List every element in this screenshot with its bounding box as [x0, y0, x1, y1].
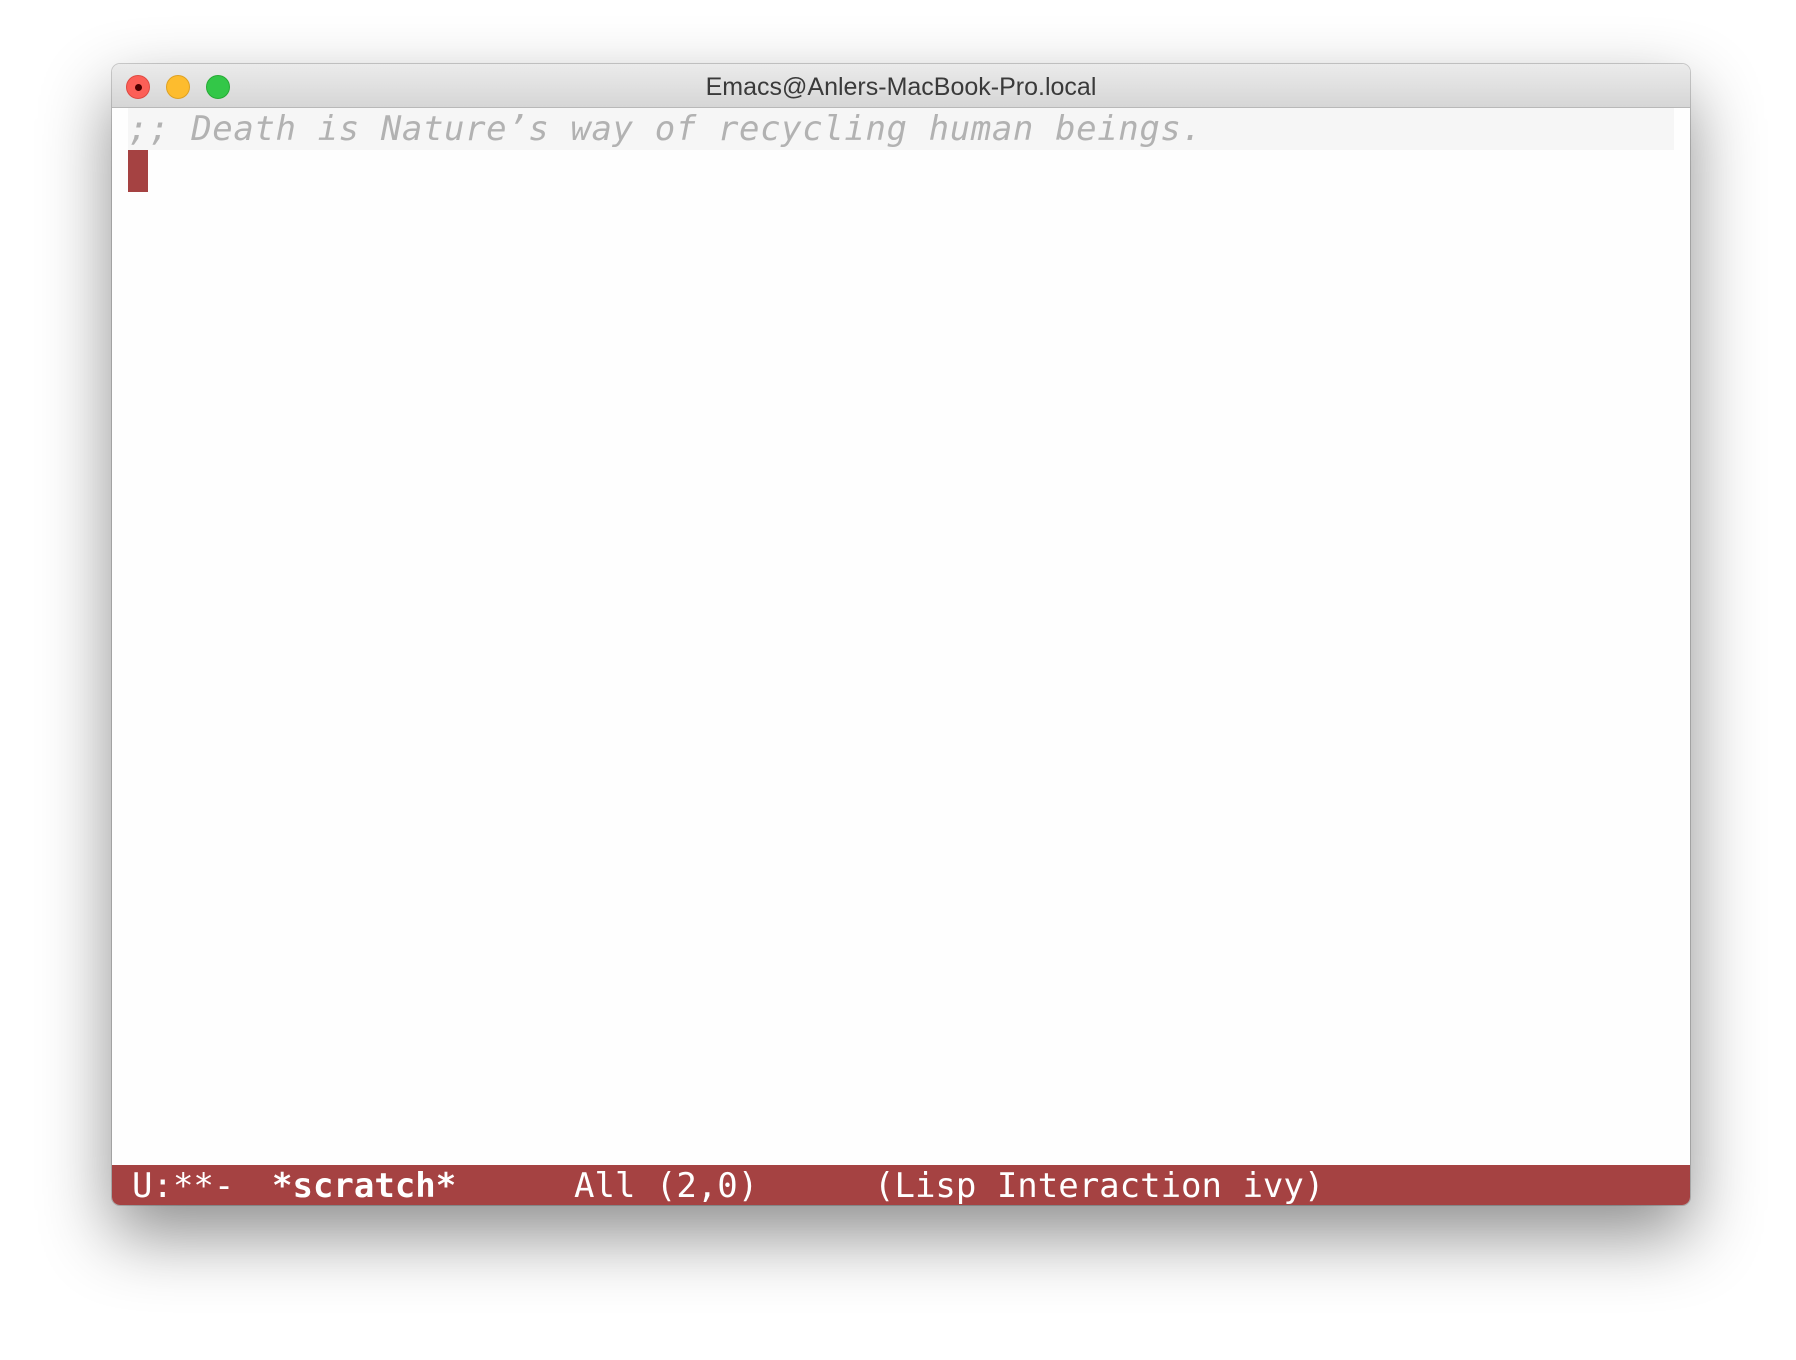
title-bar[interactable]: Emacs@Anlers-MacBook-Pro.local — [112, 64, 1690, 108]
mode-line[interactable]: U:**- *scratch* All (2,0) (Lisp Interact… — [112, 1165, 1690, 1205]
modeline-status: U:**- — [132, 1166, 235, 1205]
modeline-buffer-name[interactable]: *scratch* — [272, 1165, 456, 1205]
text-cursor — [128, 150, 148, 192]
window-title: Emacs@Anlers-MacBook-Pro.local — [705, 73, 1097, 101]
comment-line: ;; Death is Nature’s way of recycling hu… — [128, 109, 1203, 149]
modeline-major-mode[interactable]: (Lisp Interaction ivy) — [874, 1165, 1324, 1205]
emacs-window: Emacs@Anlers-MacBook-Pro.local ;; Death … — [112, 64, 1690, 1205]
modeline-position: All (2,0) — [574, 1166, 759, 1205]
editor-area[interactable]: ;; Death is Nature’s way of recycling hu… — [112, 108, 1690, 1205]
